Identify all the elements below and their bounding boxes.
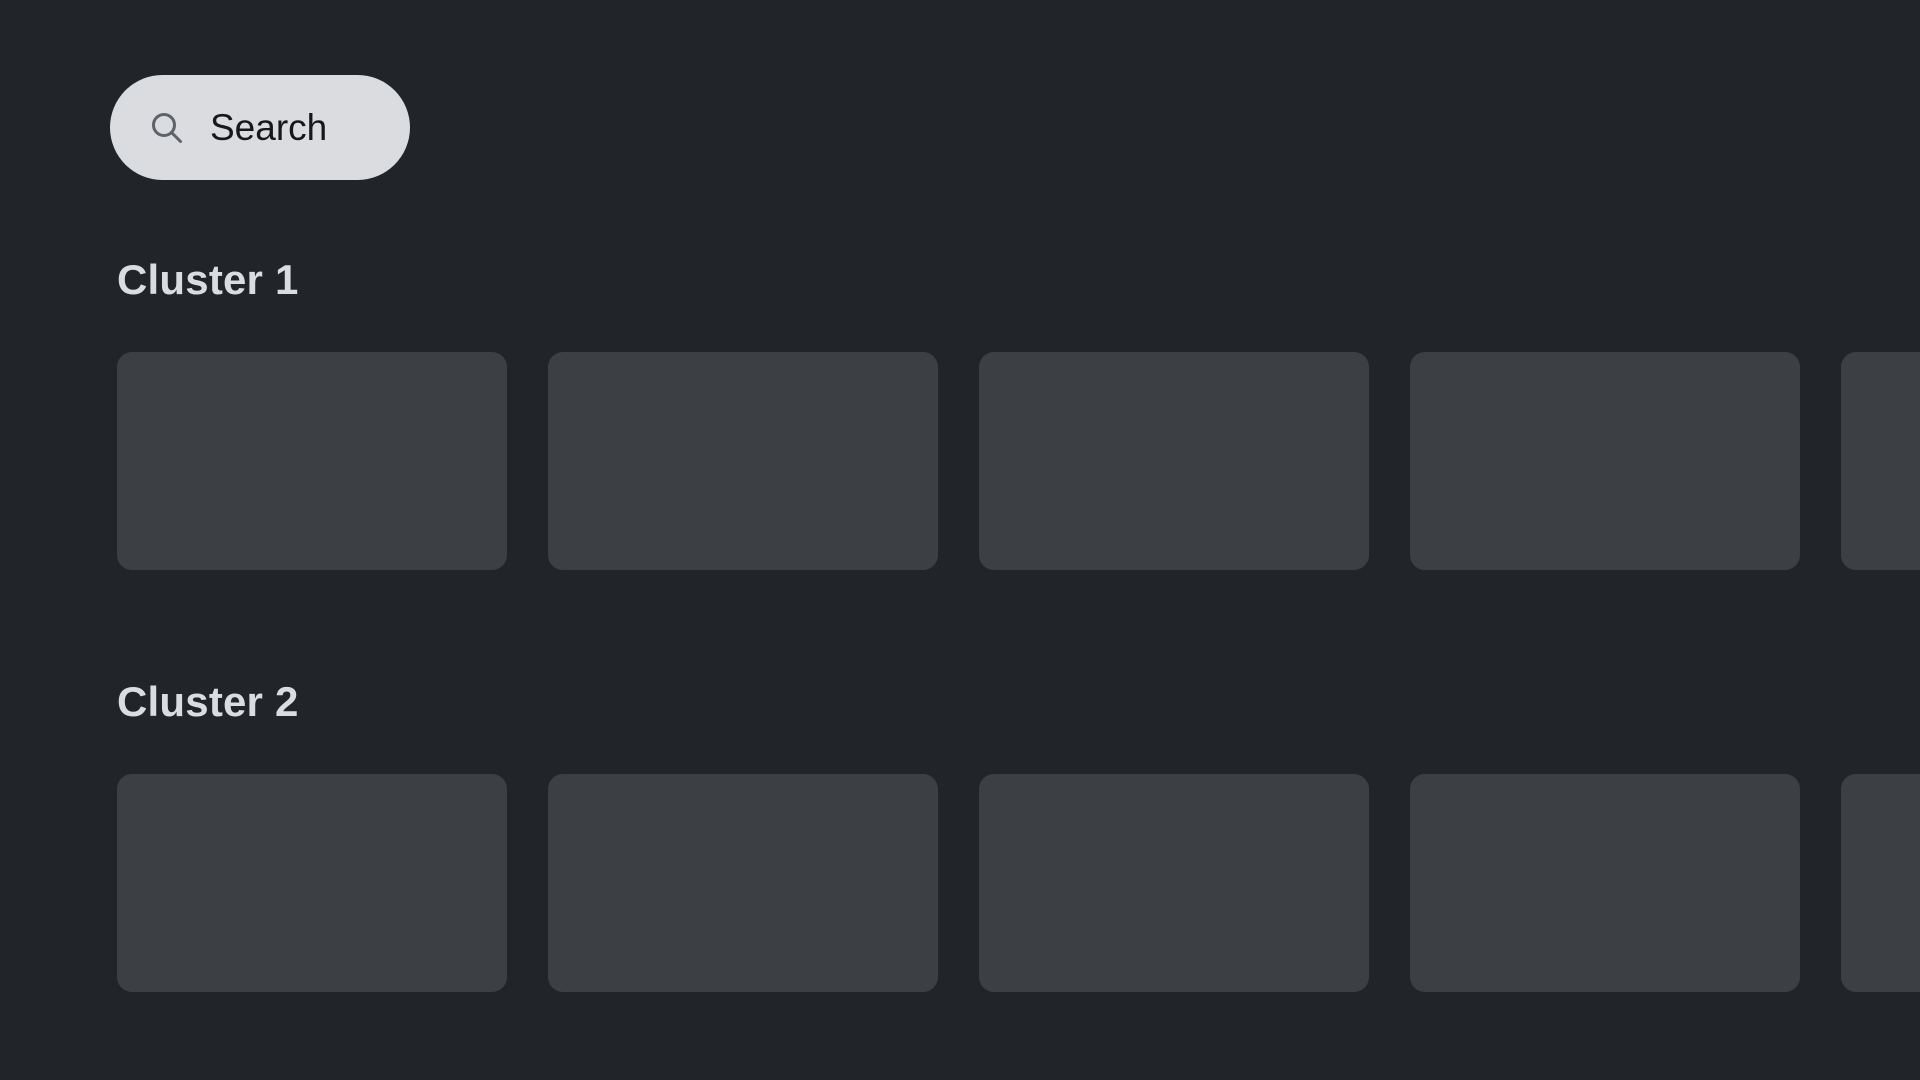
section-divider-spacer	[0, 570, 1920, 677]
card-item[interactable]	[548, 774, 938, 992]
search-bar[interactable]: Search	[110, 75, 410, 180]
card-item[interactable]	[979, 774, 1369, 992]
app-root: Search Cluster 1 Cluster 2	[0, 0, 1920, 1080]
search-input[interactable]: Search	[210, 109, 327, 146]
card-item[interactable]	[979, 352, 1369, 570]
search-icon	[150, 111, 184, 145]
cluster-section-2: Cluster 2	[0, 677, 1920, 992]
cluster-list: Cluster 1 Cluster 2 Cluste	[0, 255, 1920, 1080]
card-item[interactable]	[1410, 774, 1800, 992]
card-item[interactable]	[1410, 352, 1800, 570]
card-item[interactable]	[117, 774, 507, 992]
section-divider-spacer	[0, 992, 1920, 1080]
card-row-2	[0, 774, 1920, 992]
card-item[interactable]	[117, 352, 507, 570]
card-item[interactable]	[548, 352, 938, 570]
card-item[interactable]	[1841, 352, 1920, 570]
card-row-1	[0, 352, 1920, 570]
card-item[interactable]	[1841, 774, 1920, 992]
cluster-title-2: Cluster 2	[117, 678, 299, 725]
cluster-title-1: Cluster 1	[117, 256, 299, 303]
cluster-section-1: Cluster 1	[0, 255, 1920, 570]
